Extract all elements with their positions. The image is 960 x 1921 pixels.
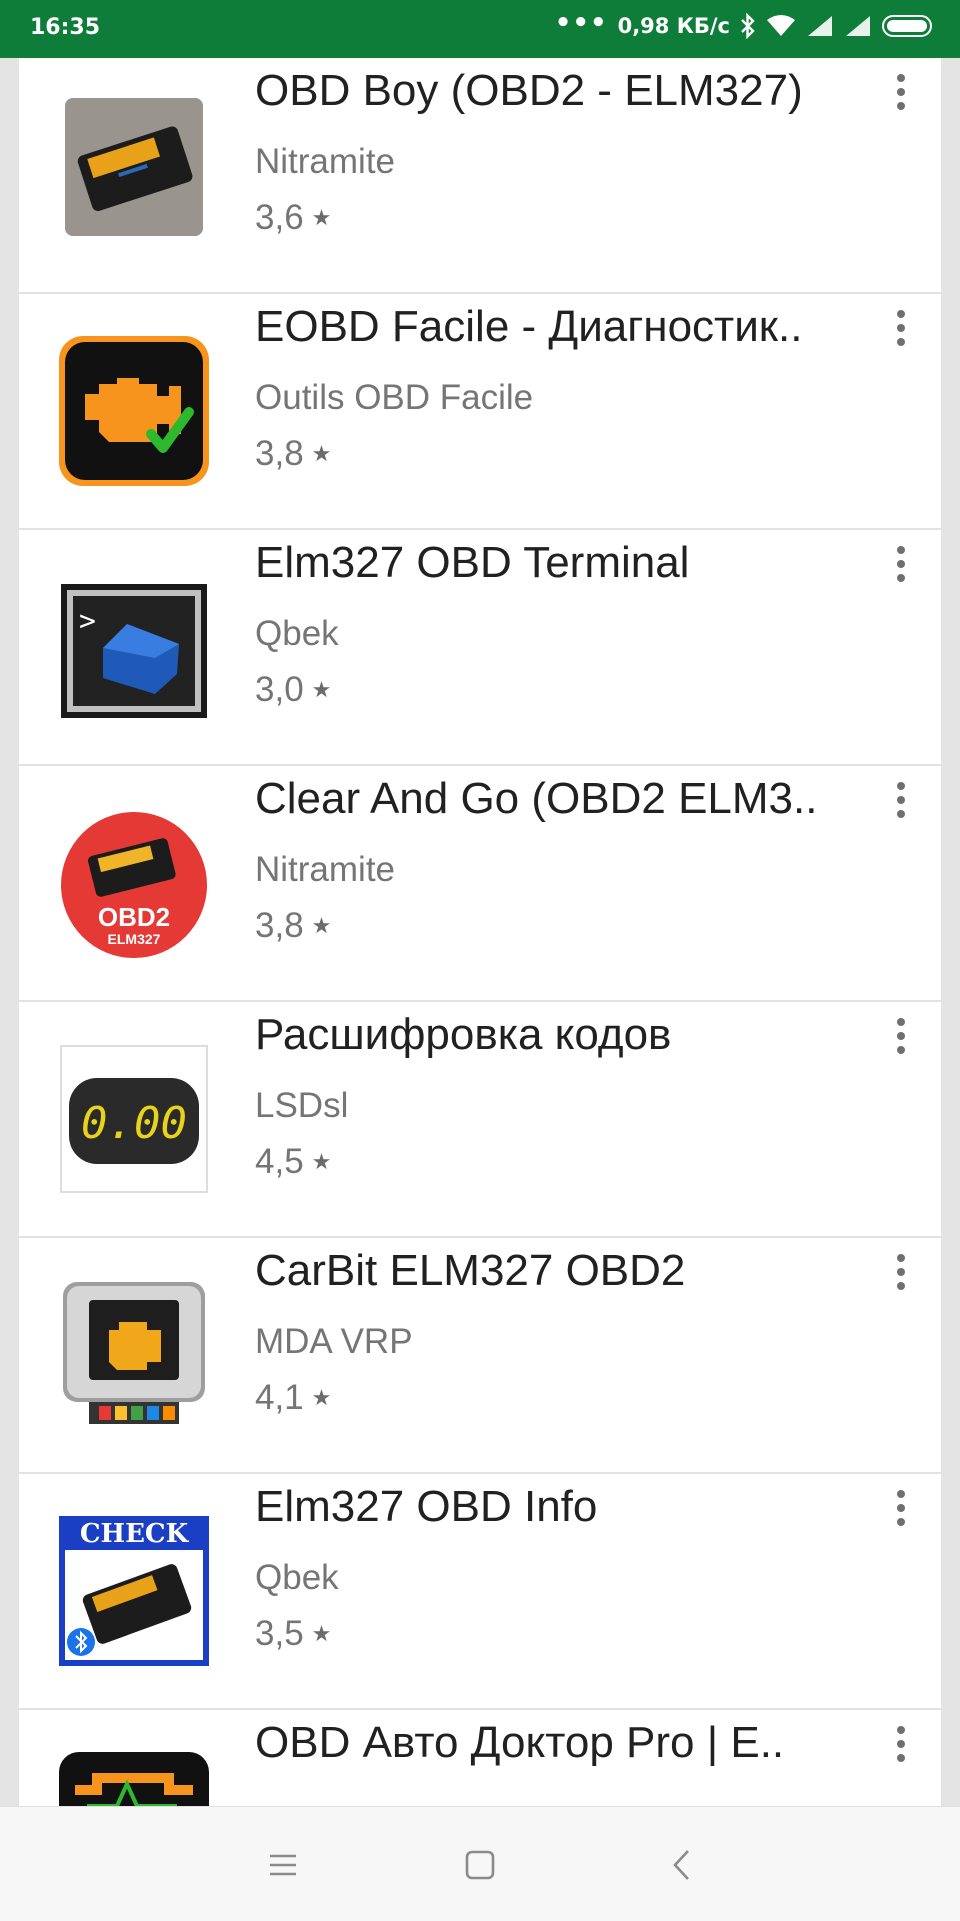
app-rating: 3,0 ★ — [255, 670, 331, 710]
signal-icon — [846, 16, 870, 36]
svg-text:>: > — [79, 604, 96, 637]
more-vert-icon[interactable] — [881, 1242, 921, 1302]
signal-icon — [808, 16, 832, 36]
list-item[interactable]: > Elm327 OBD Terminal Qbek 3,0 ★ — [19, 530, 941, 766]
star-icon: ★ — [311, 1149, 332, 1174]
more-vert-icon[interactable] — [881, 770, 921, 830]
star-icon: ★ — [311, 205, 332, 230]
more-vert-icon[interactable] — [881, 1478, 921, 1538]
list-item[interactable]: OBD Boy (OBD2 - ELM327) Nitramite 3,6 ★ — [19, 58, 941, 294]
more-notifications-icon: ••• — [554, 8, 608, 38]
status-time: 16:35 — [30, 15, 101, 40]
app-icon-clear-and-go: OBD2 ELM327 — [61, 812, 207, 958]
rating-value: 3,5 — [255, 1614, 304, 1653]
rating-value: 3,8 — [255, 434, 304, 473]
app-title: OBD Boy (OBD2 - ELM327) — [255, 66, 803, 115]
app-title: Расшифровка кодов — [255, 1010, 672, 1059]
list-item[interactable]: OBD2 ELM327 Clear And Go (OBD2 ELM3.. Ni… — [19, 766, 941, 1002]
app-rating: 3,6 ★ — [255, 198, 331, 238]
rating-value: 3,8 — [255, 906, 304, 945]
icon-text: OBD2 — [98, 902, 170, 932]
list-item[interactable]: CarBit ELM327 OBD2 MDA VRP 4,1 ★ — [19, 1238, 941, 1474]
list-item[interactable]: 0.00 Расшифровка кодов LSDsl 4,5 ★ — [19, 1002, 941, 1238]
network-speed: 0,98 КБ/с — [617, 14, 730, 38]
app-developer: Nitramite — [255, 142, 396, 181]
app-title: Elm327 OBD Terminal — [255, 538, 690, 587]
rating-value: 4,1 — [255, 1378, 304, 1417]
wifi-icon — [767, 15, 795, 36]
list-item[interactable]: EOBD Facile - Диагностик.. Outils OBD Fa… — [19, 294, 941, 530]
more-vert-icon[interactable] — [881, 534, 921, 594]
more-vert-icon[interactable] — [881, 1006, 921, 1066]
app-rating: 4,5 ★ — [255, 1142, 331, 1182]
app-title: EOBD Facile - Диагностик.. — [255, 302, 803, 351]
battery-icon — [882, 15, 932, 37]
back-icon[interactable] — [652, 1835, 712, 1895]
app-rating: 3,8 ★ — [255, 434, 331, 474]
list-item[interactable]: CHECK Elm327 OBD Info Qbek 3,5 ★ — [19, 1474, 941, 1710]
star-icon: ★ — [311, 441, 332, 466]
more-vert-icon[interactable] — [881, 298, 921, 358]
rating-value: 4,5 — [255, 1142, 304, 1181]
star-icon: ★ — [311, 1621, 332, 1646]
status-icons: ••• 0,98 КБ/с — [554, 8, 932, 39]
app-icon-obd-boy — [65, 98, 203, 236]
icon-text: CHECK — [80, 1519, 190, 1549]
app-developer: Outils OBD Facile — [255, 378, 534, 417]
app-title: CarBit ELM327 OBD2 — [255, 1246, 686, 1295]
star-icon: ★ — [311, 677, 332, 702]
navigation-bar — [0, 1806, 960, 1921]
more-vert-icon[interactable] — [881, 1714, 921, 1774]
app-icon-eobd-facile — [59, 336, 209, 486]
home-icon[interactable] — [450, 1835, 510, 1895]
list-item[interactable]: OBD Авто Доктор Pro | E.. — [19, 1710, 941, 1806]
star-icon: ★ — [311, 1385, 332, 1410]
app-rating: 4,1 ★ — [255, 1378, 331, 1418]
app-icon-obd-auto-doctor — [59, 1752, 209, 1806]
recent-apps-icon[interactable] — [253, 1835, 313, 1895]
app-title: OBD Авто Доктор Pro | E.. — [255, 1718, 785, 1767]
star-icon: ★ — [311, 913, 332, 938]
more-vert-icon[interactable] — [881, 62, 921, 122]
bluetooth-icon — [741, 13, 755, 39]
status-bar: 16:35 ••• 0,98 КБ/с — [0, 0, 960, 58]
app-developer: Qbek — [255, 1558, 339, 1597]
app-developer: Qbek — [255, 614, 339, 653]
app-icon-elm327-terminal: > — [61, 584, 207, 718]
app-developer: MDA VRP — [255, 1322, 413, 1361]
icon-text: 0.00 — [81, 1098, 187, 1149]
app-icon-carbit — [63, 1282, 205, 1424]
app-developer: LSDsl — [255, 1086, 349, 1125]
app-icon-elm327-info: CHECK — [59, 1516, 209, 1666]
app-developer: Nitramite — [255, 850, 396, 889]
app-rating: 3,5 ★ — [255, 1614, 331, 1654]
rating-value: 3,6 — [255, 198, 304, 237]
app-title: Clear And Go (OBD2 ELM3.. — [255, 774, 818, 823]
app-icon-rasshifrovka: 0.00 — [60, 1045, 208, 1193]
app-list: OBD Boy (OBD2 - ELM327) Nitramite 3,6 ★ … — [19, 58, 941, 1806]
rating-value: 3,0 — [255, 670, 304, 709]
app-title: Elm327 OBD Info — [255, 1482, 598, 1531]
icon-subtext: ELM327 — [108, 931, 161, 947]
app-rating: 3,8 ★ — [255, 906, 331, 946]
